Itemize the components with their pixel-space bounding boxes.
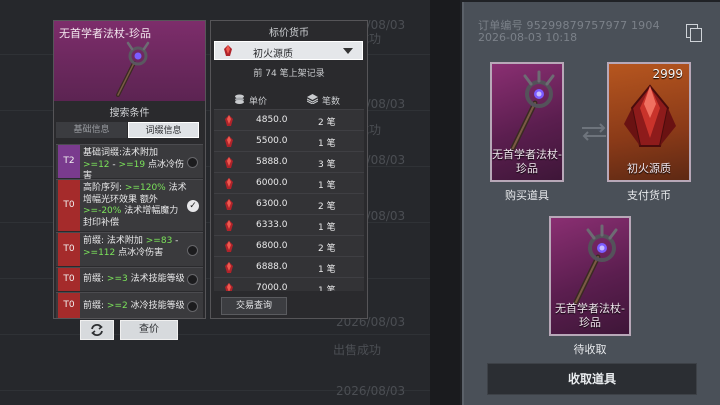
trade-query-button[interactable]: 交易查询 <box>221 297 287 315</box>
pending-item-card[interactable]: 无首学者法杖-珍品 <box>549 216 631 336</box>
tier-badge: T0 <box>58 233 80 266</box>
coin-stack-icon <box>235 94 244 104</box>
card-caption: 待收取 <box>573 343 607 356</box>
item-header: 无首学者法杖-珍品 <box>54 21 205 101</box>
affix-text: 前缀: 法术附加 >=83 - >=112 点冰冷伤害 <box>83 236 179 258</box>
card-title: 初火源质 <box>627 162 671 175</box>
affix-radio[interactable] <box>187 157 198 168</box>
card-title: 无首学者法杖-珍品 <box>492 148 562 175</box>
row-price: 5888.0 <box>256 157 288 167</box>
fire-gem-icon <box>225 262 233 273</box>
fire-gem-icon <box>225 157 233 168</box>
table-row[interactable]: 6333.0 1 笔 <box>214 214 364 235</box>
table-row[interactable]: 6300.0 2 笔 <box>214 193 364 214</box>
affix-text: 基础词缀:法术附加 >=12 - >=19 点冰冷伤害 <box>83 148 184 181</box>
fire-gem-icon <box>225 241 233 252</box>
chevron-down-icon <box>343 48 353 54</box>
affix-text: 前缀: >=2 冰冷技能等级 <box>83 301 185 311</box>
tab-basic-info[interactable]: 基础信息 <box>56 122 127 138</box>
table-row[interactable]: 6800.0 2 笔 <box>214 235 364 256</box>
card-caption: 支付货币 <box>627 189 671 202</box>
fire-gem-icon <box>225 199 233 210</box>
table-row[interactable]: 6888.0 1 笔 <box>214 256 364 277</box>
card-title: 无首学者法杖-珍品 <box>555 302 625 329</box>
refresh-icon <box>91 324 103 336</box>
section-title: 搜索条件 <box>109 108 150 119</box>
column-header-price[interactable]: 单价 <box>249 94 267 107</box>
copy-icon[interactable] <box>686 24 702 42</box>
row-count: 1 笔 <box>318 265 336 275</box>
swap-arrows-icon <box>582 123 606 141</box>
fire-gem-icon <box>225 283 233 291</box>
purchase-item-card[interactable]: 无首学者法杖-珍品 <box>490 62 564 182</box>
affix-text: 前缀: >=3 法术技能等级 <box>83 274 185 284</box>
affix-row[interactable]: T0 高阶序列: >=120% 法术增幅光环效果 额外 >=-20% 法术增幅魔… <box>56 179 203 231</box>
row-count: 2 笔 <box>318 118 336 128</box>
layers-icon <box>307 94 318 104</box>
screen: { "background_list": { "dates": ["2026/0… <box>0 0 720 405</box>
price-query-button[interactable]: 查价 <box>120 320 178 340</box>
order-status: 出售成功 <box>333 343 382 357</box>
table-row[interactable]: 5500.0 1 笔 <box>214 130 364 151</box>
table-row[interactable]: 6000.0 1 笔 <box>214 172 364 193</box>
divider <box>430 0 460 405</box>
staff-icon <box>510 70 555 151</box>
order-time: 2026-08-03 10:18 <box>478 31 578 44</box>
row-price: 6888.0 <box>256 262 288 272</box>
affix-radio[interactable] <box>187 245 198 256</box>
table-row[interactable]: 7000.0 1 笔 <box>214 277 364 291</box>
affix-row[interactable]: T2 基础词缀:法术附加 >=12 - >=19 点冰冷伤害 <box>56 144 203 181</box>
table-row[interactable]: 5888.0 3 笔 <box>214 151 364 172</box>
order-date: 2026/08/03 <box>336 384 406 398</box>
collect-item-button[interactable]: 收取道具 <box>487 363 697 395</box>
price-list[interactable]: 4850.0 2 笔 5500.0 1 笔 5888.0 3 笔 6000.0 … <box>214 109 364 291</box>
affix-radio[interactable] <box>187 274 198 285</box>
affix-row[interactable]: T0 前缀: >=3 法术技能等级 <box>56 267 203 291</box>
column-header-count[interactable]: 笔数 <box>322 94 340 107</box>
row-count: 3 笔 <box>318 160 336 170</box>
payment-currency-card[interactable]: 2999 初火源质 <box>607 62 691 182</box>
search-conditions-panel: 无首学者法杖-珍品 搜索条件 基础信息 词缀信息 T2 基础词缀:法术附加 >=… <box>53 20 206 319</box>
row-count: 1 笔 <box>318 286 336 291</box>
affix-row[interactable]: T0 前缀: 法术附加 >=83 - >=112 点冰冷伤害 <box>56 232 203 266</box>
row-price: 6333.0 <box>256 220 288 230</box>
row-count: 1 笔 <box>318 139 336 149</box>
fire-gem-icon <box>225 220 233 231</box>
currency-count: 2999 <box>652 67 683 81</box>
row-price: 6300.0 <box>256 199 288 209</box>
row-price: 5500.0 <box>256 136 288 146</box>
card-caption: 购买道具 <box>505 189 549 202</box>
affix-radio[interactable] <box>187 301 198 312</box>
row-count: 2 笔 <box>318 202 336 212</box>
affix-checkbox-checked[interactable]: ✓ <box>187 200 199 212</box>
fire-gem-icon <box>225 136 233 147</box>
row-price: 6800.0 <box>256 241 288 251</box>
panel-title: 标价货币 <box>269 28 309 39</box>
affix-text: 高阶序列: >=120% 法术增幅光环效果 额外 >=-20% 法术增幅魔力封印… <box>83 183 187 228</box>
fire-gem-icon <box>225 115 233 126</box>
row-count: 1 笔 <box>318 181 336 191</box>
tier-badge: T0 <box>58 180 80 231</box>
tier-badge: T0 <box>58 268 80 291</box>
table-row[interactable]: 4850.0 2 笔 <box>214 109 364 130</box>
staff-icon <box>116 41 150 97</box>
affix-row[interactable]: T0 前缀: >=2 冰冷技能等级 <box>56 292 203 318</box>
currency-dropdown[interactable]: 初火源质 <box>214 41 363 60</box>
records-note: 前 74 笔上架记录 <box>253 69 325 79</box>
tier-badge: T2 <box>58 145 80 178</box>
row-price: 7000.0 <box>256 283 288 291</box>
selected-currency: 初火源质 <box>253 49 293 60</box>
tier-badge: T0 <box>58 293 80 318</box>
crystal-icon <box>624 84 676 147</box>
refresh-button[interactable] <box>80 320 114 340</box>
row-count: 1 笔 <box>318 223 336 233</box>
row-price: 6000.0 <box>256 178 288 188</box>
fire-gem-icon <box>225 178 233 189</box>
row-count: 2 笔 <box>318 244 336 254</box>
staff-icon <box>573 224 618 305</box>
row-price: 4850.0 <box>256 115 288 125</box>
price-list-panel: 标价货币 初火源质 前 74 笔上架记录 单价 笔数 4850.0 2 笔 55… <box>210 20 368 319</box>
fire-gem-icon <box>224 45 232 56</box>
tab-affix-info[interactable]: 词缀信息 <box>128 122 199 138</box>
